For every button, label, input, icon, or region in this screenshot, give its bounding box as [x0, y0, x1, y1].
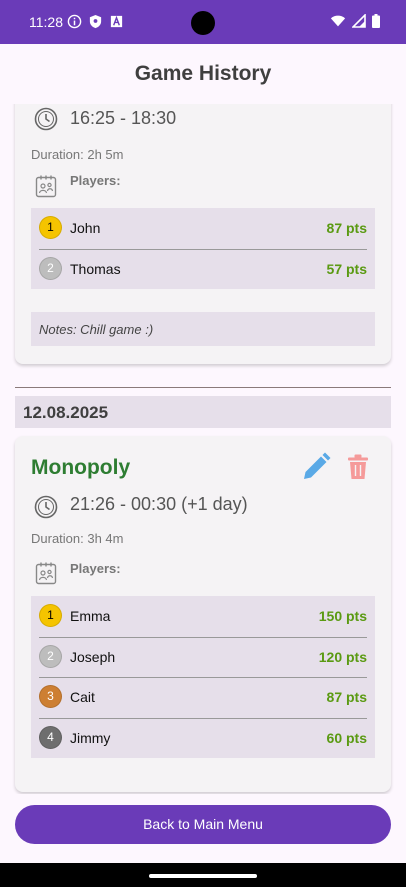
player-name: Cait: [70, 689, 95, 705]
silver-medal-icon: 2: [39, 256, 62, 280]
player-name: Jimmy: [70, 729, 111, 746]
navigation-bar: [0, 863, 406, 887]
signal-icon: [352, 14, 366, 28]
player-name: John: [70, 220, 101, 236]
bronze-medal-icon: 3: [39, 685, 62, 708]
delete-icon[interactable]: [346, 454, 370, 480]
date-divider: [15, 387, 391, 388]
player-points: 87 pts: [326, 689, 367, 705]
players-icon: [35, 562, 57, 585]
gold-medal-icon: 1: [39, 604, 62, 627]
session-duration: Duration: 2h 5m: [31, 147, 124, 162]
player-name: Emma: [70, 608, 111, 624]
game-session-card: Monopoly 21:26 - 00:30 (+1 day) Duration…: [15, 436, 391, 792]
session-duration: Duration: 3h 4m: [31, 531, 124, 546]
edit-icon[interactable]: [301, 452, 331, 482]
session-notes: Notes: Chill game :): [31, 312, 375, 346]
players-label: Players:: [70, 561, 121, 576]
silver-medal-icon: 2: [39, 644, 62, 668]
status-right-icons: [330, 14, 380, 28]
status-left-icons: [67, 14, 124, 29]
player-row: 1 Emma 150 pts: [31, 596, 375, 637]
rank-badge-icon: 4: [39, 725, 62, 749]
page-title: Game History: [134, 62, 272, 85]
home-gesture-handle[interactable]: [149, 874, 257, 878]
player-points: 57 pts: [326, 260, 367, 277]
gold-medal-icon: 1: [39, 216, 62, 239]
status-time: 11:28: [29, 14, 63, 30]
player-row: 2 Thomas 57 pts: [31, 248, 375, 290]
player-name: Joseph: [70, 648, 116, 665]
game-session-card: 16:25 - 18:30 Duration: 2h 5m Players: 1…: [15, 104, 391, 364]
players-icon: [35, 175, 57, 198]
player-points: 60 pts: [326, 729, 367, 746]
player-row: 2 Joseph 120 pts: [31, 636, 375, 678]
date-header: 12.08.2025: [15, 396, 391, 428]
players-list: 1 John 87 pts 2 Thomas 57 pts: [31, 208, 375, 289]
clock-icon: [34, 495, 58, 519]
text-a-icon: [110, 15, 123, 28]
back-to-main-menu-button[interactable]: Back to Main Menu: [15, 805, 391, 844]
history-list[interactable]: 16:25 - 18:30 Duration: 2h 5m Players: 1…: [0, 104, 406, 794]
player-name: Thomas: [70, 260, 121, 277]
clock-icon: [34, 107, 58, 131]
battery-icon: [372, 14, 380, 28]
player-row: 1 John 87 pts: [31, 208, 375, 249]
player-points: 120 pts: [318, 648, 367, 665]
info-circle-icon: [67, 14, 82, 29]
session-time-range: 16:25 - 18:30: [70, 108, 177, 128]
players-list: 1 Emma 150 pts 2 Joseph 120 pts 3 Cait 8…: [31, 596, 375, 758]
camera-cutout: [191, 11, 215, 35]
wifi-icon: [330, 15, 346, 27]
shield-icon: [89, 14, 102, 29]
player-points: 150 pts: [318, 608, 367, 624]
player-points: 87 pts: [326, 220, 367, 236]
player-row: 4 Jimmy 60 pts: [31, 717, 375, 759]
game-title: Monopoly: [31, 456, 131, 479]
player-row: 3 Cait 87 pts: [31, 677, 375, 718]
players-label: Players:: [70, 173, 121, 188]
status-bar: 11:28: [0, 0, 406, 44]
session-time-range: 21:26 - 00:30 (+1 day): [70, 494, 248, 514]
